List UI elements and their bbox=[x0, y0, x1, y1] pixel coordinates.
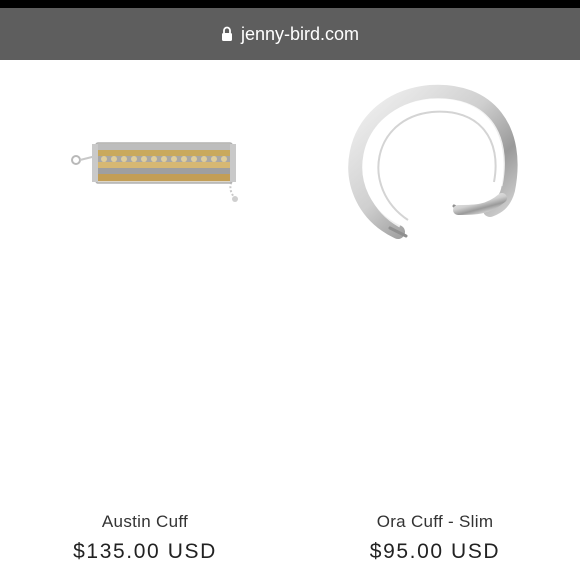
address-bar[interactable]: jenny-bird.com bbox=[0, 8, 580, 60]
product-image-austin-cuff[interactable] bbox=[0, 60, 290, 320]
product-name[interactable]: Ora Cuff - Slim bbox=[290, 512, 580, 532]
product-name[interactable]: Austin Cuff bbox=[0, 512, 290, 532]
product-image-ora-cuff-slim[interactable] bbox=[290, 60, 580, 320]
url-text: jenny-bird.com bbox=[240, 23, 360, 44]
url-display[interactable]: jenny-bird.com bbox=[221, 24, 359, 45]
status-bar bbox=[0, 0, 580, 8]
product-price: $135.00 USD bbox=[73, 540, 217, 563]
product-grid: Austin Cuff $135.00 USD Ora Cuff - Slim … bbox=[0, 60, 580, 580]
product-card-austin-cuff[interactable]: Austin Cuff $135.00 USD bbox=[0, 60, 290, 580]
lock-icon bbox=[221, 26, 233, 42]
product-price: $95.00 USD bbox=[369, 540, 501, 563]
product-card-ora-cuff-slim[interactable]: Ora Cuff - Slim $95.00 USD bbox=[290, 60, 580, 580]
